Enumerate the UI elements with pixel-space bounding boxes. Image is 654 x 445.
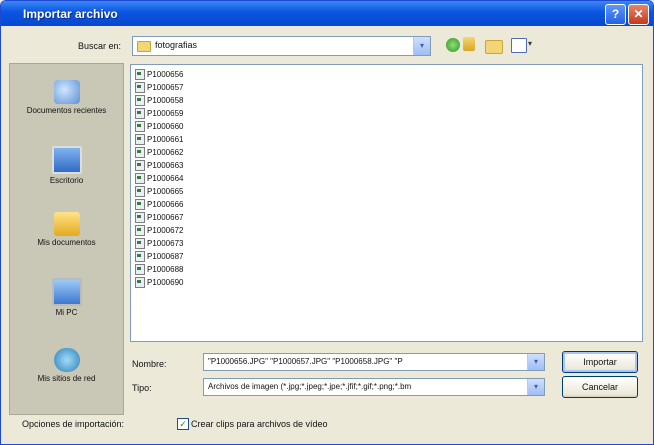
file-item[interactable]: P1000665 [133,185,243,198]
file-name: P1000673 [147,239,184,248]
file-name: P1000688 [147,265,184,274]
chevron-down-icon[interactable]: ▾ [413,37,430,55]
file-type-select[interactable]: Archivos de imagen (*.jpg;*.jpeg;*.jpe;*… [203,378,545,396]
image-file-icon [135,199,145,210]
new-folder-icon[interactable] [485,40,503,54]
import-file-dialog: Importar archivo ? ✕ Buscar en: fotograf… [0,0,654,445]
file-name: P1000659 [147,109,184,118]
file-item[interactable]: P1000656 [133,68,243,81]
recent-documents-icon [53,80,80,104]
file-item[interactable]: P1000659 [133,107,243,120]
file-name: P1000666 [147,200,184,209]
title-bar[interactable]: Importar archivo ? ✕ [1,1,653,26]
file-name: P1000664 [147,174,184,183]
look-in-label: Buscar en: [78,41,122,51]
file-name: P1000657 [147,83,184,92]
file-name-label: Nombre: [132,359,167,369]
place-network[interactable]: Mis sitios de red [10,348,123,384]
file-name: P1000667 [147,213,184,222]
file-name: P1000658 [147,96,184,105]
image-file-icon [135,277,145,288]
file-item[interactable]: P1000667 [133,211,243,224]
image-file-icon [135,108,145,119]
place-label: Mi PC [55,308,78,317]
import-options-label: Opciones de importación: [22,419,125,429]
up-folder-icon[interactable] [463,37,475,51]
close-button[interactable]: ✕ [628,4,649,25]
file-item[interactable]: P1000657 [133,81,243,94]
my-computer-icon [51,278,82,306]
file-item[interactable]: P1000661 [133,133,243,146]
file-name-value: "P1000656.JPG" "P1000657.JPG" "P1000658.… [208,357,403,366]
file-item[interactable]: P1000688 [133,263,243,276]
image-file-icon [135,238,145,249]
image-file-icon [135,251,145,262]
file-item[interactable]: P1000672 [133,224,243,237]
dialog-title: Importar archivo [23,7,118,21]
image-file-icon [135,82,145,93]
views-menu-icon[interactable] [511,38,527,53]
file-name-field[interactable]: "P1000656.JPG" "P1000657.JPG" "P1000658.… [203,353,545,371]
create-clips-label[interactable]: Crear clips para archivos de vídeo [191,419,328,429]
file-name: P1000662 [147,148,184,157]
back-icon[interactable] [446,38,460,52]
import-button[interactable]: Importar [562,351,638,373]
image-file-icon [135,134,145,145]
chevron-down-icon[interactable]: ▾ [527,379,544,395]
file-item[interactable]: P1000663 [133,159,243,172]
file-name: P1000663 [147,161,184,170]
cancel-button[interactable]: Cancelar [562,376,638,398]
file-list-items: P1000656 P1000657 P1000658 P1000659 P1000660… [133,68,243,336]
file-name: P1000661 [147,135,184,144]
image-file-icon [135,69,145,80]
file-item[interactable]: P1000673 [133,237,243,250]
place-my-documents[interactable]: Mis documentos [10,212,123,248]
file-item[interactable]: P1000666 [133,198,243,211]
my-documents-icon [53,212,80,236]
file-name: P1000687 [147,252,184,261]
views-caret-icon[interactable]: ▾ [528,39,532,48]
place-desktop[interactable]: Escritorio [10,146,123,186]
image-file-icon [135,264,145,275]
place-label: Mis sitios de red [37,374,96,383]
file-name: P1000665 [147,187,184,196]
image-file-icon [135,95,145,106]
file-name: P1000672 [147,226,184,235]
file-item[interactable]: P1000662 [133,146,243,159]
file-item[interactable]: P1000664 [133,172,243,185]
desktop-icon [51,146,82,174]
file-item[interactable]: P1000690 [133,276,243,289]
file-name: P1000660 [147,122,184,131]
file-type-value: Archivos de imagen (*.jpg;*.jpeg;*.jpe;*… [208,382,412,391]
file-item[interactable]: P1000658 [133,94,243,107]
place-label: Documentos recientes [26,106,107,115]
place-recent-documents[interactable]: Documentos recientes [10,80,123,116]
network-places-icon [53,348,80,372]
folder-icon [137,41,151,52]
file-type-label: Tipo: [132,383,152,393]
file-item[interactable]: P1000660 [133,120,243,133]
image-file-icon [135,173,145,184]
place-my-computer[interactable]: Mi PC [10,278,123,318]
place-label: Mis documentos [37,238,96,247]
image-file-icon [135,225,145,236]
file-name: P1000656 [147,70,184,79]
image-file-icon [135,160,145,171]
help-button[interactable]: ? [605,4,626,25]
places-bar: Documentos recientes Escritorio Mis docu… [9,63,124,415]
file-item[interactable]: P1000687 [133,250,243,263]
file-name: P1000690 [147,278,184,287]
file-list[interactable]: P1000656 P1000657 P1000658 P1000659 P1000660… [130,64,643,342]
create-clips-checkbox[interactable]: ✓ [177,418,189,430]
chevron-down-icon[interactable]: ▾ [527,354,544,370]
image-file-icon [135,147,145,158]
look-in-value: fotografias [155,40,198,50]
image-file-icon [135,121,145,132]
image-file-icon [135,212,145,223]
place-label: Escritorio [49,176,84,185]
look-in-combo[interactable]: fotografias ▾ [132,36,431,56]
image-file-icon [135,186,145,197]
